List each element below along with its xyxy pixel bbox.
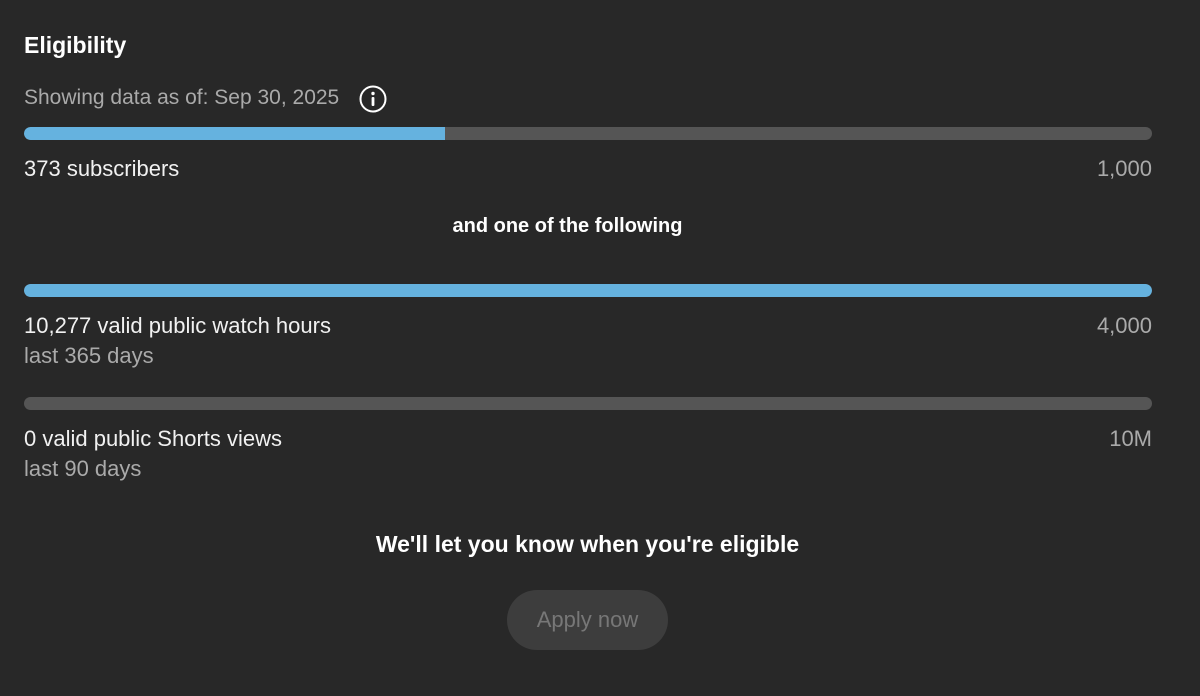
subscribers-progress-bar [24,127,1152,140]
watch-hours-progress-fill [24,284,1152,297]
data-as-of-text: Showing data as of: Sep 30, 2025 [24,86,340,109]
watch-hours-count: 10,277 valid public watch hours [24,313,331,338]
subscribers-progress-fill [24,127,445,140]
one-of-following-text: and one of the following [452,215,683,237]
info-icon[interactable] [359,85,387,113]
subscribers-target: 1,000 [1096,156,1152,181]
watch-hours-progress-bar [24,284,1152,297]
data-as-of-row: Showing data as of: Sep 30, 2025 [24,83,387,113]
watch-hours-period: last 365 days [24,343,154,368]
shorts-views-count: 0 valid public Shorts views [24,426,283,451]
apply-now-button[interactable]: Apply now [507,590,668,650]
section-title: Eligibility [24,32,127,58]
eligibility-notice: We'll let you know when you're eligible [375,531,800,557]
shorts-views-progress-bar [24,397,1152,410]
watch-hours-target: 4,000 [1096,313,1152,338]
shorts-views-period: last 90 days [24,456,142,481]
eligibility-panel: Eligibility Showing data as of: Sep 30, … [0,0,1200,696]
subscribers-count: 373 subscribers [24,156,180,181]
shorts-views-target: 10M [1109,426,1152,451]
